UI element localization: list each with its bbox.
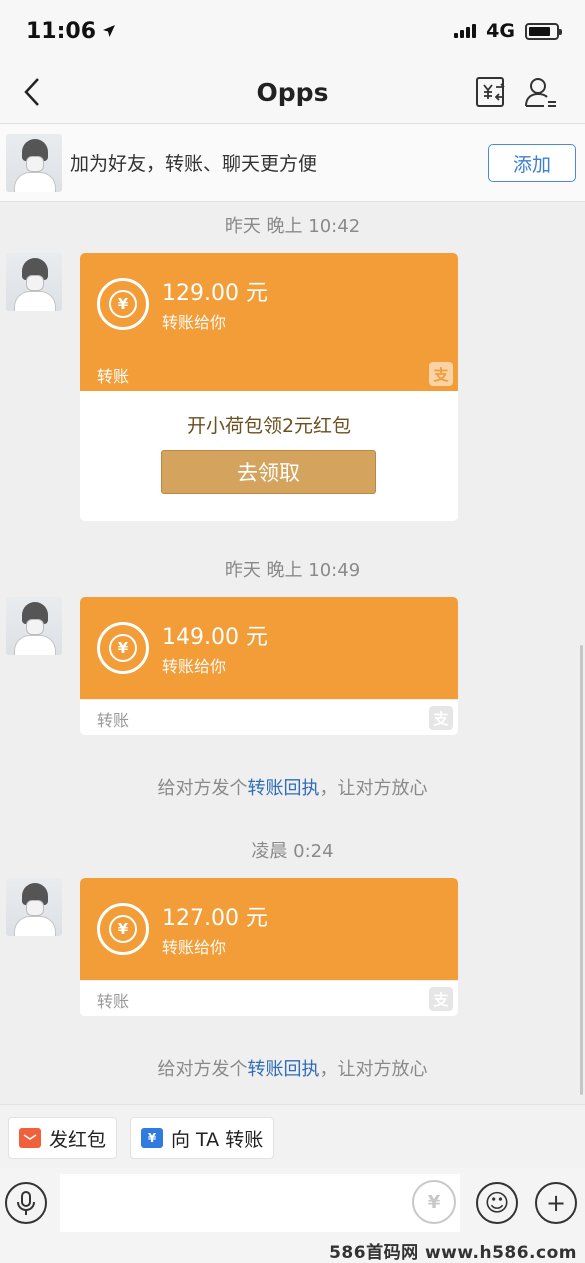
avatar[interactable] [6,597,62,655]
alipay-icon: 支 [429,362,453,386]
avatar[interactable] [6,878,62,936]
location-arrow-icon [103,25,116,37]
transfer-card-header[interactable]: ¥ 149.00 元 转账给你 [80,597,458,699]
page-title: Opps [256,78,329,107]
transfer-card[interactable]: ¥ 129.00 元 转账给你 转账 支 开小荷包领2元红包 去领取 [80,253,458,521]
transfer-subtitle: 转账给你 [162,938,227,957]
transfer-amount: 149.00 元 [162,625,268,650]
transfer-icon: ¥ [97,278,149,330]
emoji-icon: ☺ [484,1189,510,1217]
transfer-subtitle: 转账给你 [162,657,227,676]
add-friend-banner: 加为好友，转账、聊天更方便 添加 [0,124,585,202]
add-friend-text: 加为好友，转账、聊天更方便 [70,153,318,175]
signal-icon [454,24,477,38]
red-packet-button[interactable]: 发红包 [8,1117,118,1159]
message-timestamp: 昨天 晚上 10:42 [224,216,361,237]
promo-section: 开小荷包领2元红包 去领取 [80,391,458,521]
shortcut-bar: 发红包 ¥ 向 TA 转账 [0,1104,585,1168]
battery-icon [525,22,562,40]
transfer-icon: ¥ [97,903,149,955]
emoji-button[interactable]: ☺ [476,1182,518,1224]
status-indicators: 4G [454,20,562,42]
promo-text: 开小荷包领2元红包 [186,415,352,437]
yuan-icon: ¥ [141,1128,163,1148]
transfer-card-header[interactable]: ¥ 127.00 元 转账给你 [80,878,458,980]
plus-button[interactable]: + [535,1182,577,1224]
transfer-icon: ¥ [97,622,149,674]
input-bar: ¥ ☺ + [0,1168,585,1238]
transfer-to-ta-button[interactable]: ¥ 向 TA 转账 [130,1117,275,1159]
transfer-subtitle: 转账给你 [162,313,227,332]
plus-icon: + [545,1189,567,1217]
message-timestamp: 凌晨 0:24 [251,841,334,862]
transfer-card[interactable]: ¥ 149.00 元 转账给你 转账 支 [80,597,458,735]
status-time: 11:06 [26,19,116,44]
status-bar: 11:06 4G [0,0,585,62]
avatar[interactable] [6,253,62,311]
user-profile-icon [525,78,556,107]
user-profile-button[interactable] [522,74,558,110]
chevron-left-icon [24,78,39,106]
transfer-amount: 129.00 元 [162,281,268,306]
add-friend-button[interactable]: 添加 [488,144,576,182]
transfer-card-footer: 转账 支 [80,980,458,1016]
transfer-label: 转账 [97,367,130,386]
voice-button[interactable] [5,1182,47,1224]
receipt-note: 给对方发个转账回执，让对方放心 [157,778,428,799]
red-packet-icon [19,1128,41,1148]
transfer-label: 转账 [97,992,130,1011]
receipt-note: 给对方发个转账回执，让对方放心 [157,1059,428,1080]
alipay-icon: 支 [429,706,453,730]
nav-bar: Opps [0,62,585,124]
yuan-icon: ¥ [427,1191,441,1213]
scrollbar[interactable] [580,645,583,1095]
back-button[interactable] [14,72,50,112]
transfer-amount: 127.00 元 [162,906,268,931]
yuan-button[interactable]: ¥ [412,1180,456,1224]
transfer-list-icon [476,77,505,107]
receipt-link[interactable]: 转账回执 [248,778,320,799]
transfer-card[interactable]: ¥ 127.00 元 转账给你 转账 支 [80,878,458,1016]
claim-button[interactable]: 去领取 [161,450,376,494]
avatar[interactable] [6,134,62,192]
receipt-link[interactable]: 转账回执 [248,1059,320,1080]
alipay-icon: 支 [429,987,453,1011]
transfer-list-button[interactable] [474,75,508,109]
transfer-card-footer: 转账 支 [80,699,458,735]
transfer-card-header[interactable]: ¥ 129.00 元 转账给你 转账 支 [80,253,458,391]
network-type: 4G [486,20,515,42]
watermark: 586首码网 www.h586.com [0,1238,585,1263]
transfer-label: 转账 [97,711,130,730]
message-timestamp: 昨天 晚上 10:49 [224,560,361,581]
message-input[interactable] [60,1174,460,1232]
microphone-icon [17,1191,35,1215]
